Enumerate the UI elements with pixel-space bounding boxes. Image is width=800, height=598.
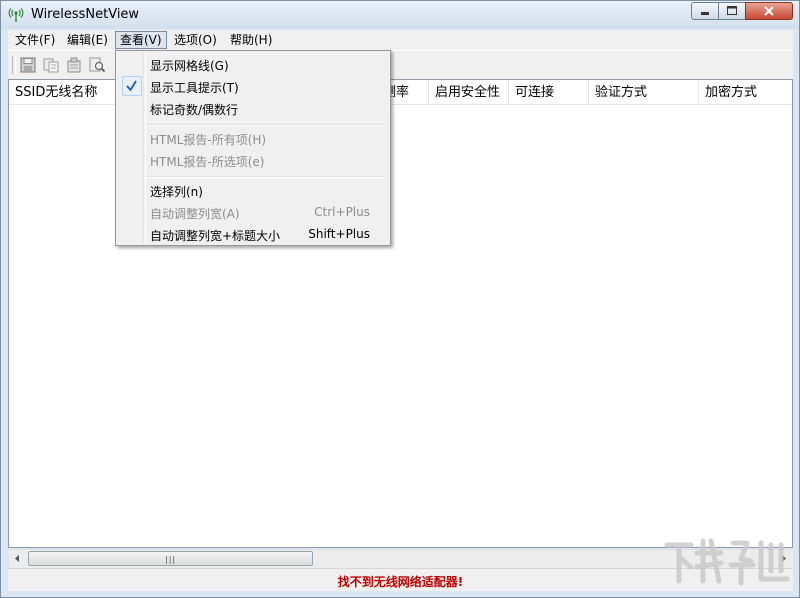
menu-separator xyxy=(146,124,386,126)
view-dropdown-menu: 显示网格线(G) 显示工具提示(T) 标记奇数/偶数行 HTML报告-所有项(H… xyxy=(115,50,391,246)
close-button[interactable] xyxy=(745,2,793,20)
column-header-connectable[interactable]: 可连接 xyxy=(509,80,589,104)
scroll-left-arrow-icon[interactable] xyxy=(9,550,26,567)
save-icon[interactable] xyxy=(19,56,37,74)
maximize-button[interactable] xyxy=(718,2,746,20)
find-icon[interactable] xyxy=(88,56,106,74)
menu-item-label: 显示网格线(G) xyxy=(150,59,229,73)
main-window: WirelessNetView 文件(F) 编辑(E) 查看(V) 选项(O) … xyxy=(0,0,800,598)
minimize-icon xyxy=(701,12,709,15)
grip-icon: ||| xyxy=(165,555,177,564)
menu-item-html-report-all[interactable]: HTML报告-所有项(H) xyxy=(118,127,388,149)
check-mark-icon xyxy=(122,76,142,96)
column-header-security-enabled[interactable]: 启用安全性 xyxy=(429,80,509,104)
menu-item-show-gridlines[interactable]: 显示网格线(G) xyxy=(118,53,388,75)
menu-bar: 文件(F) 编辑(E) 查看(V) 选项(O) 帮助(H) xyxy=(8,30,793,50)
maximize-icon xyxy=(727,6,737,15)
menu-item-label: 自动调整列宽(A) xyxy=(150,207,240,221)
toolbar-separator xyxy=(12,56,16,74)
copy-icon[interactable] xyxy=(42,56,60,74)
menu-item-label: HTML报告-所选项(e) xyxy=(150,155,265,169)
menu-item-auto-size-columns[interactable]: 自动调整列宽(A) Ctrl+Plus xyxy=(118,201,388,223)
menu-item-auto-size-columns-headers[interactable]: 自动调整列宽+标题大小 Shift+Plus xyxy=(118,223,388,245)
menu-edit[interactable]: 编辑(E) xyxy=(63,31,112,49)
close-icon xyxy=(764,6,774,16)
menu-help[interactable]: 帮助(H) xyxy=(226,31,276,49)
watermark-logo-icon xyxy=(664,538,790,586)
menu-item-mark-odd-even[interactable]: 标记奇数/偶数行 xyxy=(118,97,388,119)
menu-options[interactable]: 选项(O) xyxy=(170,31,221,49)
menu-item-label: HTML报告-所有项(H) xyxy=(150,133,267,147)
minimize-button[interactable] xyxy=(691,2,719,20)
menu-item-choose-columns[interactable]: 选择列(n) xyxy=(118,179,388,201)
menu-item-show-tooltips[interactable]: 显示工具提示(T) xyxy=(118,75,388,97)
menu-item-label: 显示工具提示(T) xyxy=(150,81,239,95)
menu-file[interactable]: 文件(F) xyxy=(11,31,59,49)
column-header-encryption[interactable]: 加密方式 xyxy=(699,80,792,104)
menu-view[interactable]: 查看(V) xyxy=(115,31,167,49)
title-bar: WirelessNetView xyxy=(1,1,799,29)
menu-item-shortcut: Shift+Plus xyxy=(308,227,370,241)
properties-icon[interactable] xyxy=(65,56,83,74)
menu-item-label: 选择列(n) xyxy=(150,185,203,199)
wireless-antenna-icon xyxy=(8,8,24,22)
column-header-authentication[interactable]: 验证方式 xyxy=(589,80,699,104)
window-title: WirelessNetView xyxy=(31,7,140,22)
menu-item-html-report-selected[interactable]: HTML报告-所选项(e) xyxy=(118,149,388,171)
menu-item-label: 标记奇数/偶数行 xyxy=(150,103,239,117)
menu-item-label: 自动调整列宽+标题大小 xyxy=(150,229,281,243)
scroll-thumb[interactable]: ||| xyxy=(28,551,313,566)
menu-item-shortcut: Ctrl+Plus xyxy=(314,205,370,219)
menu-separator xyxy=(146,176,386,178)
